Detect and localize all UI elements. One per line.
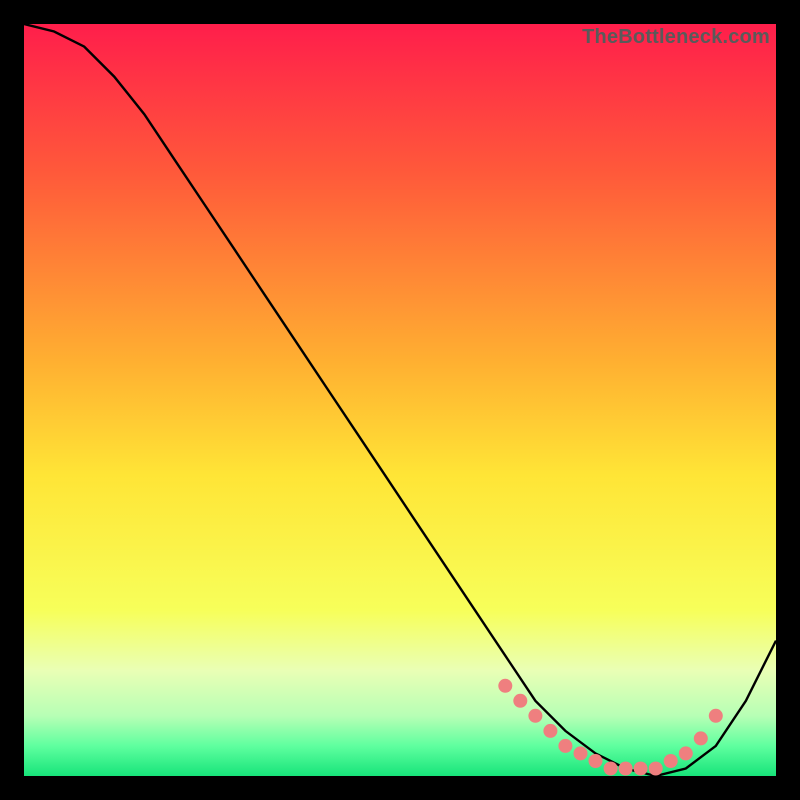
marker-dot <box>619 762 633 776</box>
marker-dot <box>604 762 618 776</box>
marker-dot <box>589 754 603 768</box>
marker-dot <box>543 724 557 738</box>
marker-dot <box>498 679 512 693</box>
chart-frame: TheBottleneck.com <box>24 24 776 776</box>
watermark-text: TheBottleneck.com <box>582 26 770 49</box>
marker-dot <box>558 739 572 753</box>
marker-dot <box>649 762 663 776</box>
marker-dot <box>664 754 678 768</box>
plot-area <box>24 24 776 776</box>
marker-dot <box>528 709 542 723</box>
marker-dot <box>513 694 527 708</box>
marker-dot <box>694 731 708 745</box>
marker-dot <box>574 746 588 760</box>
marker-dot <box>679 746 693 760</box>
marker-dot <box>709 709 723 723</box>
gradient-background <box>24 24 776 776</box>
marker-dot <box>634 762 648 776</box>
